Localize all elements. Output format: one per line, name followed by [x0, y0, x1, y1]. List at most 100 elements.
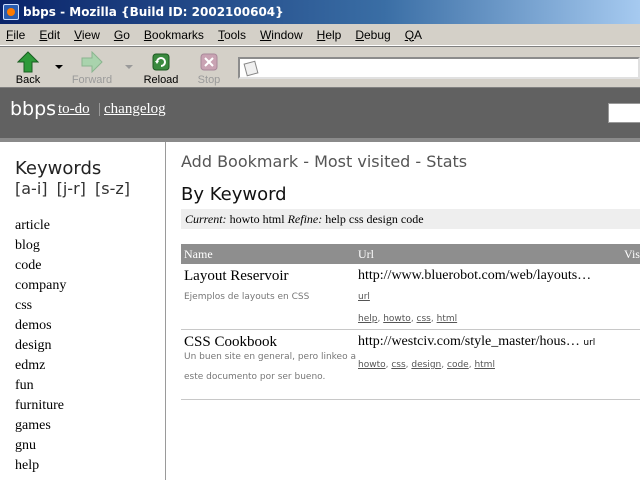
current-label: Current:: [185, 212, 227, 226]
keywords-sidebar: Keywords [a-i] [j-r] [s-z] article blog …: [0, 142, 166, 480]
keyword-item: gnu: [15, 436, 66, 456]
back-history-dropdown[interactable]: [55, 65, 63, 69]
mozilla-app-icon: [3, 4, 19, 20]
table-row: CSS Cookbook Un buen site en general, pe…: [181, 330, 640, 400]
back-label: Back: [15, 74, 41, 86]
keyword-link-blog[interactable]: blog: [15, 238, 40, 253]
window-title: bbps - Mozilla {Build ID: 2002100604}: [23, 5, 284, 19]
menu-help[interactable]: Help: [317, 28, 342, 42]
main-content: Add Bookmark - Most visited - Stats By K…: [166, 142, 640, 480]
site-title: bbps: [10, 98, 57, 120]
keyword-link-demos[interactable]: demos: [15, 318, 52, 333]
range-s-z-link[interactable]: [s-z]: [95, 179, 130, 198]
current-value: howto html: [229, 212, 285, 226]
back-button[interactable]: Back: [4, 49, 52, 87]
tag-link[interactable]: howto: [358, 360, 386, 370]
add-bookmark-link[interactable]: Add Bookmark: [181, 152, 298, 171]
reload-button[interactable]: Reload: [137, 49, 185, 87]
keyword-link-edmz[interactable]: edmz: [15, 358, 45, 373]
tag-link[interactable]: css: [417, 314, 431, 324]
bookmark-description: Un buen site en general, pero linkeo a e…: [184, 352, 356, 382]
title-bar: bbps - Mozilla {Build ID: 2002100604}: [0, 0, 640, 24]
keyword-item: design: [15, 336, 66, 356]
bookmark-url-link[interactable]: http://www.bluerobot.com/web/layouts…: [358, 268, 591, 283]
keyword-link-css[interactable]: css: [15, 298, 32, 313]
keyword-link-company[interactable]: company: [15, 278, 66, 293]
reload-label: Reload: [143, 74, 179, 86]
url-input[interactable]: [262, 60, 632, 76]
bookmark-url-link[interactable]: http://westciv.com/style_master/hous…: [358, 334, 580, 349]
forward-arrow-icon: [81, 51, 103, 73]
menu-bar: File Edit View Go Bookmarks Tools Window…: [0, 24, 640, 46]
menu-tools[interactable]: Tools: [218, 28, 246, 42]
menu-debug[interactable]: Debug: [355, 28, 390, 42]
keywords-heading: Keywords: [15, 158, 102, 179]
bookmark-tags: help, howto, css, html: [358, 314, 458, 324]
keyword-link-help[interactable]: help: [15, 458, 39, 473]
keyword-link-design[interactable]: design: [15, 338, 52, 353]
keyword-link-code[interactable]: code: [15, 258, 41, 273]
current-filter-bar: Current: howto html Refine: help css des…: [181, 209, 640, 229]
keyword-item: fun: [15, 376, 66, 396]
url-bar[interactable]: [238, 57, 640, 79]
site-header: bbps to-do | changelog: [0, 88, 640, 138]
reload-icon: [152, 53, 170, 71]
range-a-i-link[interactable]: [a-i]: [15, 179, 48, 198]
most-visited-link[interactable]: Most visited: [314, 152, 410, 171]
menu-edit[interactable]: Edit: [39, 28, 60, 42]
forward-history-dropdown[interactable]: [125, 65, 133, 69]
menu-qa[interactable]: QA: [405, 28, 422, 42]
keyword-list: article blog code company css demos desi…: [15, 216, 66, 476]
stop-button[interactable]: Stop: [185, 49, 233, 87]
page-nav: Add Bookmark - Most visited - Stats: [181, 152, 467, 171]
bookmark-table-header: Name Url Vis: [181, 244, 640, 264]
col-name-header: Name: [184, 247, 213, 261]
bookmark-description: Ejemplos de layouts en CSS: [184, 292, 310, 302]
keyword-item: games: [15, 416, 66, 436]
keyword-link-gnu[interactable]: gnu: [15, 438, 36, 453]
range-j-r-link[interactable]: [j-r]: [57, 179, 86, 198]
tag-link[interactable]: design: [411, 360, 441, 370]
forward-button[interactable]: Forward: [68, 49, 116, 87]
table-row: Layout Reservoir Ejemplos de layouts en …: [181, 264, 640, 330]
menu-view[interactable]: View: [74, 28, 100, 42]
keyword-item: edmz: [15, 356, 66, 376]
menu-go[interactable]: Go: [114, 28, 130, 42]
nav-separator: -: [410, 152, 427, 171]
bookmark-tags: howto, css, design, code, html: [358, 360, 495, 370]
tag-link[interactable]: html: [474, 360, 495, 370]
keyword-item: company: [15, 276, 66, 296]
menu-bookmarks[interactable]: Bookmarks: [144, 28, 204, 42]
todo-link[interactable]: to-do: [58, 101, 90, 118]
tag-link[interactable]: howto: [383, 314, 411, 324]
stats-link[interactable]: Stats: [426, 152, 467, 171]
page-proxy-icon[interactable]: [243, 60, 259, 77]
keyword-item: blog: [15, 236, 66, 256]
stop-label: Stop: [197, 74, 221, 86]
tag-link[interactable]: html: [437, 314, 458, 324]
refine-value[interactable]: help css design code: [325, 212, 423, 226]
menu-file[interactable]: File: [6, 28, 25, 42]
tag-link[interactable]: help: [358, 314, 377, 324]
keyword-link-fun[interactable]: fun: [15, 378, 34, 393]
tag-link[interactable]: code: [447, 360, 469, 370]
bookmark-url: http://www.bluerobot.com/web/layouts…: [358, 268, 591, 284]
by-keyword-heading: By Keyword: [181, 184, 287, 205]
bookmark-url-small-link[interactable]: url: [583, 338, 595, 348]
site-search-input[interactable]: [608, 103, 640, 123]
keyword-item: css: [15, 296, 66, 316]
keyword-range-links: [a-i] [j-r] [s-z]: [15, 179, 134, 198]
col-url-header: Url: [358, 247, 374, 261]
back-arrow-icon: [17, 51, 39, 73]
tag-link[interactable]: css: [391, 360, 405, 370]
changelog-link[interactable]: changelog: [104, 101, 166, 118]
bookmark-url-small-link[interactable]: url: [358, 292, 370, 302]
keyword-link-article[interactable]: article: [15, 218, 50, 233]
keyword-link-games[interactable]: games: [15, 418, 51, 433]
keyword-item: furniture: [15, 396, 66, 416]
col-visits-header: Vis: [624, 247, 640, 261]
keyword-link-furniture[interactable]: furniture: [15, 398, 64, 413]
stop-icon: [200, 53, 218, 71]
menu-window[interactable]: Window: [260, 28, 303, 42]
keyword-item: help: [15, 456, 66, 476]
